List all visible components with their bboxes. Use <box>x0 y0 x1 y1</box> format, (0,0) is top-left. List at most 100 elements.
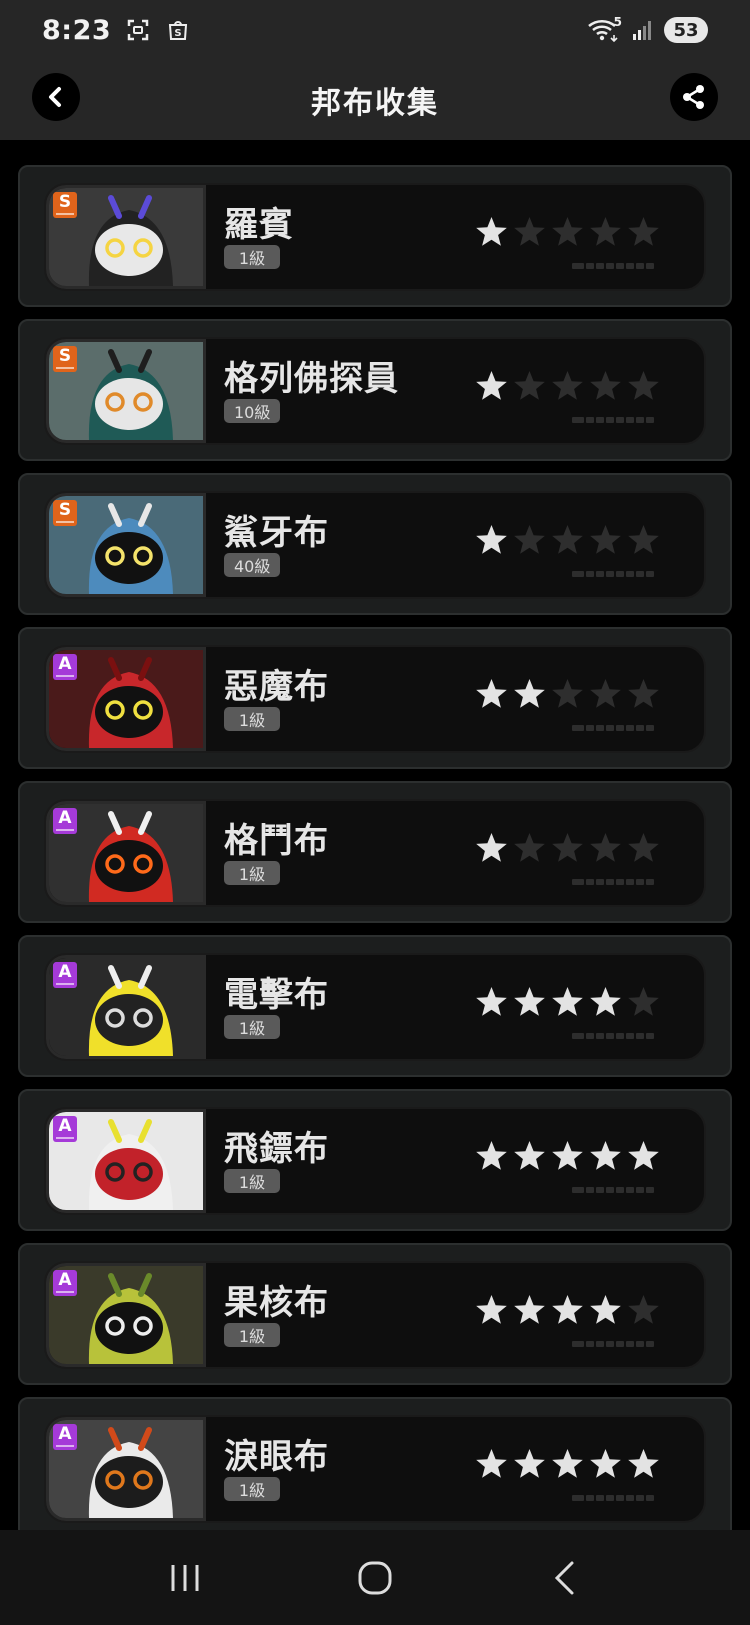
star-rating <box>474 1293 661 1328</box>
star-filled-icon <box>514 1141 545 1170</box>
star-filled-icon <box>476 987 507 1016</box>
grade-label: A <box>58 1116 72 1136</box>
share-icon <box>683 85 704 109</box>
star-caption-decoration <box>572 263 654 269</box>
star-rating <box>474 215 661 250</box>
grade-label: A <box>58 962 72 982</box>
star-empty-icon <box>590 525 621 554</box>
grade-underline <box>56 1291 74 1293</box>
bangboo-card[interactable]: S 羅賓 1級 <box>18 165 732 307</box>
star-caption-decoration <box>572 879 654 885</box>
star-empty-icon <box>514 525 545 554</box>
level-tag: 1級 <box>224 1323 280 1347</box>
status-time: 8:23 <box>42 14 112 46</box>
system-nav-bar <box>0 1530 750 1625</box>
recent-apps-button[interactable] <box>155 1548 215 1608</box>
wifi-icon: 5 <box>586 15 622 43</box>
bangboo-portrait: A <box>46 1109 206 1213</box>
star-rating <box>474 985 661 1020</box>
star-empty-icon <box>552 217 583 246</box>
grade-label: A <box>58 1270 72 1290</box>
star-filled-icon <box>590 1449 621 1478</box>
star-empty-icon <box>514 833 545 862</box>
star-filled-icon <box>514 1449 545 1478</box>
star-filled-icon <box>552 1295 583 1324</box>
grade-underline <box>56 367 74 369</box>
shop-icon: S <box>165 17 191 43</box>
star-filled-icon <box>476 1141 507 1170</box>
star-empty-icon <box>590 371 621 400</box>
bangboo-portrait: A <box>46 955 206 1059</box>
star-filled-icon <box>552 1449 583 1478</box>
star-empty-icon <box>514 217 545 246</box>
page-title: 邦布收集 <box>311 86 439 121</box>
star-filled-icon <box>590 1141 621 1170</box>
star-empty-icon <box>514 371 545 400</box>
bangboo-card-inner: S 格列佛探員 10級 <box>44 337 706 445</box>
recent-apps-icon <box>171 1564 199 1591</box>
level-tag: 1級 <box>224 861 280 885</box>
star-caption-decoration <box>572 1033 654 1039</box>
star-filled-icon <box>476 525 507 554</box>
bangboo-card-inner: S 鯊牙布 40級 <box>44 491 706 599</box>
star-rating <box>474 1139 661 1174</box>
back-icon <box>554 1561 574 1594</box>
grade-label: A <box>58 654 72 674</box>
bangboo-portrait: A <box>46 801 206 905</box>
grade-badge: A <box>53 1116 77 1142</box>
star-filled-icon <box>628 1449 659 1478</box>
bangboo-card[interactable]: S 鯊牙布 40級 <box>18 473 732 615</box>
level-tag: 40級 <box>224 553 281 577</box>
star-empty-icon <box>628 371 659 400</box>
star-caption-decoration <box>572 417 654 423</box>
star-empty-icon <box>628 833 659 862</box>
bangboo-card[interactable]: S 格列佛探員 10級 <box>18 319 732 461</box>
wifi-badge: 5 <box>613 15 622 29</box>
star-rating <box>474 831 661 866</box>
star-rating <box>474 1447 661 1482</box>
star-filled-icon <box>590 987 621 1016</box>
bangboo-card-inner: A 格鬥布 1級 <box>44 799 706 907</box>
bangboo-name: 惡魔布 <box>224 667 329 707</box>
grade-underline <box>56 829 74 831</box>
bangboo-card[interactable]: A 飛鏢布 1級 <box>18 1089 732 1231</box>
grade-underline <box>56 213 74 215</box>
level-tag: 1級 <box>224 1015 280 1039</box>
grade-underline <box>56 521 74 523</box>
star-empty-icon <box>628 1295 659 1324</box>
bangboo-card-inner: A 飛鏢布 1級 <box>44 1107 706 1215</box>
star-empty-icon <box>552 833 583 862</box>
bangboo-name: 鯊牙布 <box>224 513 329 553</box>
bangboo-card[interactable]: A 惡魔布 1級 <box>18 627 732 769</box>
star-filled-icon <box>590 1295 621 1324</box>
bangboo-name: 飛鏢布 <box>224 1129 329 1169</box>
grade-badge: S <box>53 500 77 526</box>
home-button[interactable] <box>345 1548 405 1608</box>
star-rating <box>474 369 661 404</box>
star-empty-icon <box>590 679 621 708</box>
level-tag: 10級 <box>224 399 281 423</box>
bangboo-portrait: A <box>46 1263 206 1367</box>
grade-badge: S <box>53 192 77 218</box>
bangboo-card[interactable]: A 電擊布 1級 <box>18 935 732 1077</box>
star-filled-icon <box>476 217 507 246</box>
star-filled-icon <box>476 1449 507 1478</box>
bangboo-name: 格鬥布 <box>224 821 329 861</box>
star-filled-icon <box>476 1295 507 1324</box>
signal-icon <box>630 17 656 43</box>
bangboo-card[interactable]: A 格鬥布 1級 <box>18 781 732 923</box>
bangboo-card[interactable]: A 淚眼布 1級 <box>18 1397 732 1530</box>
chevron-left-icon <box>49 87 61 107</box>
share-button[interactable] <box>670 73 718 121</box>
status-bar: 8:23 S 5 53 <box>0 0 750 60</box>
bangboo-card[interactable]: A 果核布 1級 <box>18 1243 732 1385</box>
grade-underline <box>56 1137 74 1139</box>
home-icon <box>358 1561 392 1594</box>
bangboo-portrait: A <box>46 1417 206 1521</box>
star-empty-icon <box>552 525 583 554</box>
back-button[interactable] <box>32 73 80 121</box>
bangboo-card-inner: A 電擊布 1級 <box>44 953 706 1061</box>
nav-back-button[interactable] <box>535 1548 595 1608</box>
star-caption-decoration <box>572 1341 654 1347</box>
bangboo-list[interactable]: S 羅賓 1級 S 格列佛探員 10級 S 鯊牙布 40級 A 惡魔布 1級 A 格鬥布 1級 A 電擊布 1級 A… <box>0 140 750 1530</box>
